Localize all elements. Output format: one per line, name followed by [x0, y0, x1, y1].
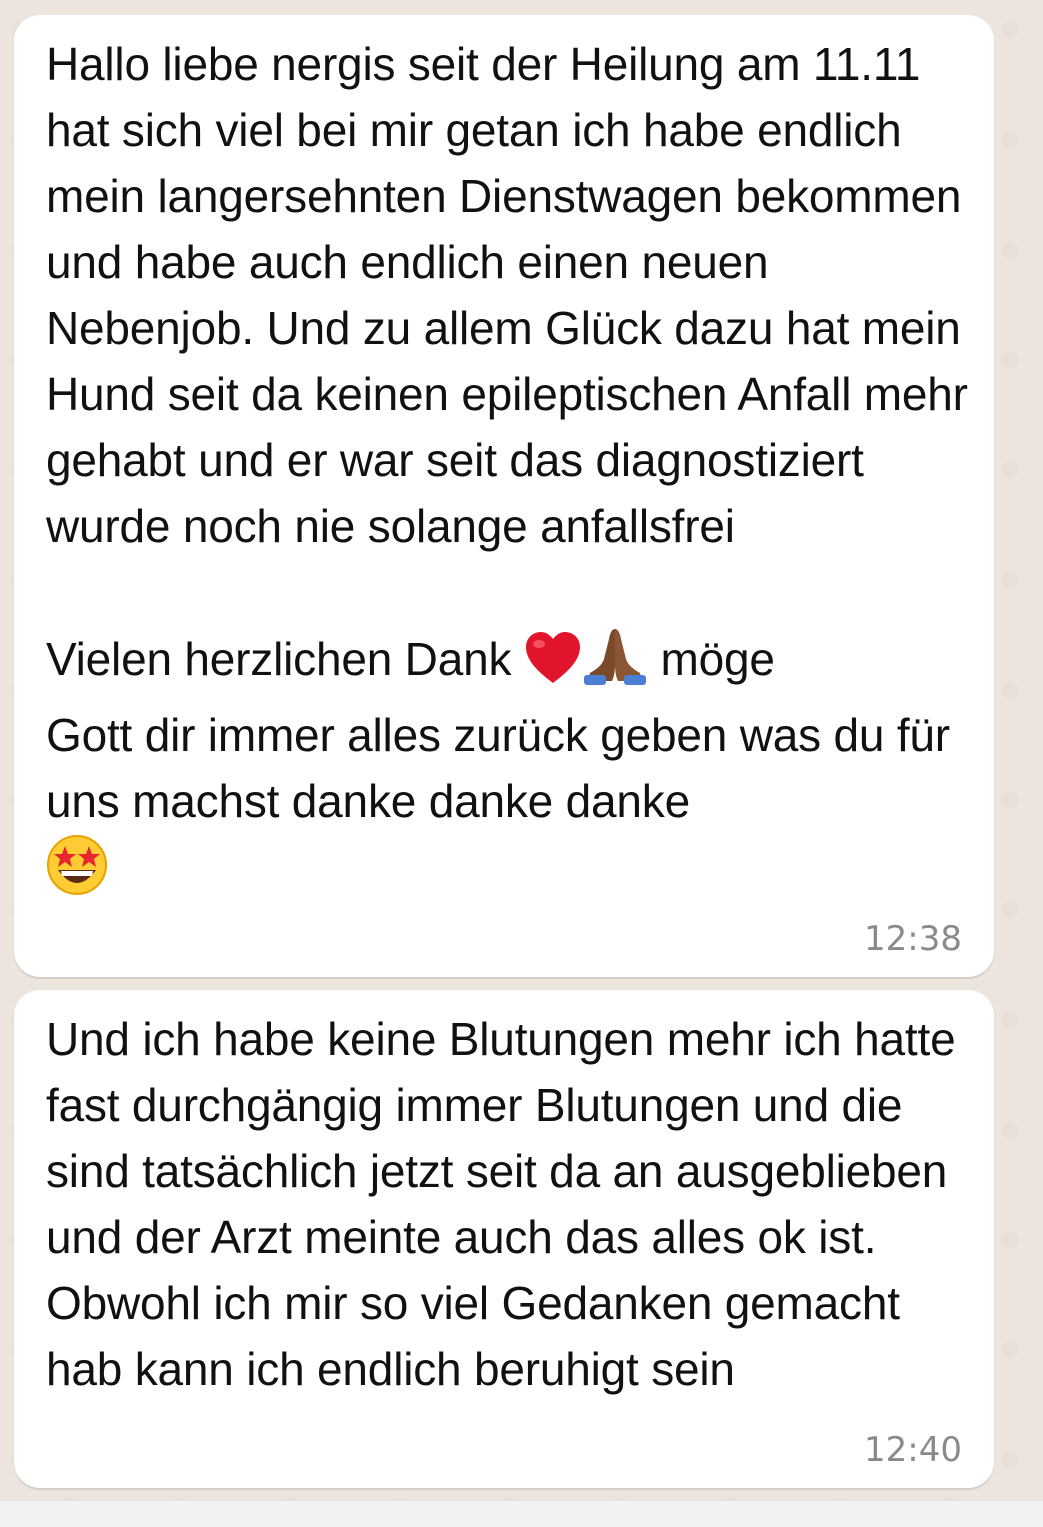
message-timestamp: 12:40 — [864, 1430, 962, 1470]
praying-hands-emoji-icon — [582, 625, 648, 702]
message-text: Und ich habe keine Blutungen mehr ich ha… — [46, 1013, 969, 1395]
message-bubble[interactable]: Und ich habe keine Blutungen mehr ich ha… — [14, 990, 994, 1488]
message-timestamp: 12:38 — [864, 919, 962, 959]
message-line: möge — [660, 633, 775, 685]
message-paragraph: Hallo liebe nergis seit der Heilung am 1… — [46, 38, 981, 552]
star-struck-emoji-icon — [46, 834, 108, 913]
message-line: Gott dir immer alles zurück geben was du… — [46, 709, 963, 827]
message-bubble[interactable]: Hallo liebe nergis seit der Heilung am 1… — [14, 15, 994, 977]
message-line: Vielen herzlichen Dank — [46, 633, 512, 685]
message-text: Hallo liebe nergis seit der Heilung am 1… — [46, 31, 976, 913]
heart-emoji-icon — [524, 631, 582, 702]
bottom-bar — [0, 1501, 1043, 1527]
